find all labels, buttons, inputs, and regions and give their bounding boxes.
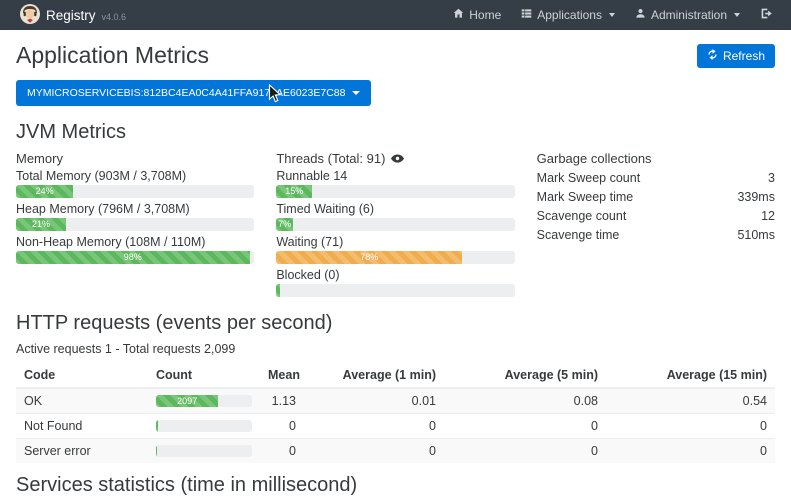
timed-waiting-label: Timed Waiting (6) — [276, 202, 514, 216]
runnable-progress: 15% — [276, 185, 514, 198]
brand[interactable]: Registry v4.0.6 — [20, 4, 126, 27]
nav-applications[interactable]: Applications — [511, 0, 625, 30]
total-memory-progress: 24% — [16, 185, 254, 198]
count-cell — [148, 439, 260, 464]
nav-applications-label: Applications — [537, 8, 602, 22]
heap-memory-label: Heap Memory (796M / 3,708M) — [16, 202, 254, 216]
gc-label: Scavenge count — [537, 209, 627, 223]
gc-row: Mark Sweep count 3 — [537, 168, 775, 187]
instance-dropdown[interactable]: MYMICROSERVICEBIS:812BC4EA0C4A41FFA9179A… — [16, 80, 371, 106]
gc-row: Scavenge time 510ms — [537, 225, 775, 244]
gc-value: 12 — [761, 209, 775, 223]
page-title: Application Metrics — [16, 42, 209, 69]
http-table-header: Code Count Mean Average (1 min) Average … — [16, 363, 775, 388]
http-requests-table: Code Count Mean Average (1 min) Average … — [16, 363, 775, 463]
threads-section: Threads (Total: 91) Runnable 14 15% Time… — [276, 151, 514, 301]
refresh-button[interactable]: Refresh — [697, 44, 775, 68]
waiting-label: Waiting (71) — [276, 235, 514, 249]
chevron-down-icon — [352, 91, 360, 95]
gc-value: 3 — [768, 171, 775, 185]
http-requests-subtitle: Active requests 1 - Total requests 2,099 — [16, 342, 775, 356]
table-row: Not Found 0 0 0 0 — [16, 414, 775, 439]
gc-label: Mark Sweep time — [537, 190, 634, 204]
page-header: Application Metrics Refresh — [16, 42, 775, 69]
col-code: Code — [16, 363, 148, 388]
timed-waiting-progress: 7% — [276, 218, 514, 231]
threads-title: Threads (Total: 91) — [276, 151, 385, 166]
col-avg-1min: Average (1 min) — [304, 363, 444, 388]
table-row: OK 2097 1.13 0.01 0.08 0.54 — [16, 388, 775, 414]
col-avg-15min: Average (15 min) — [606, 363, 775, 388]
memory-section: Memory Total Memory (903M / 3,708M) 24% … — [16, 151, 254, 301]
col-avg-5min: Average (5 min) — [444, 363, 606, 388]
table-row: Server error 0 0 0 0 — [16, 439, 775, 464]
code-cell: Not Found — [16, 414, 148, 439]
col-mean: Mean — [260, 363, 304, 388]
gc-row: Scavenge count 12 — [537, 206, 775, 225]
col-count: Count — [148, 363, 260, 388]
user-icon — [635, 8, 646, 22]
count-cell: 2097 — [148, 388, 260, 414]
gc-label: Mark Sweep count — [537, 171, 641, 185]
applications-icon — [521, 8, 532, 22]
instance-dropdown-label: MYMICROSERVICEBIS:812BC4EA0C4A41FFA9179A… — [27, 87, 345, 99]
nav-administration[interactable]: Administration — [625, 0, 750, 30]
blocked-label: Blocked (0) — [276, 268, 514, 282]
nonheap-memory-progress: 98% — [16, 251, 254, 264]
gc-value: 339ms — [737, 190, 775, 204]
brand-name: Registry — [46, 8, 96, 23]
total-memory-label: Total Memory (903M / 3,708M) — [16, 169, 254, 183]
nav-home-label: Home — [469, 8, 501, 22]
count-cell — [148, 414, 260, 439]
nav-signout[interactable] — [750, 0, 783, 30]
jvm-metrics-section: Memory Total Memory (903M / 3,708M) 24% … — [16, 151, 775, 301]
jhipster-avatar-icon — [20, 4, 40, 27]
jvm-metrics-title: JVM Metrics — [16, 121, 775, 144]
heap-memory-progress: 21% — [16, 218, 254, 231]
gc-section: Garbage collections Mark Sweep count 3 M… — [537, 151, 775, 301]
refresh-label: Refresh — [723, 49, 765, 63]
code-cell: Server error — [16, 439, 148, 464]
gc-title: Garbage collections — [537, 151, 775, 166]
code-cell: OK — [16, 388, 148, 414]
blocked-progress — [276, 284, 514, 297]
services-statistics-title: Services statistics (time in millisecond… — [16, 474, 775, 497]
gc-row: Mark Sweep time 339ms — [537, 187, 775, 206]
gc-value: 510ms — [737, 228, 775, 242]
eye-icon[interactable] — [391, 151, 404, 166]
nonheap-memory-label: Non-Heap Memory (108M / 110M) — [16, 235, 254, 249]
nav-items: Home Applications Administration — [443, 0, 783, 30]
memory-title: Memory — [16, 151, 254, 166]
gc-label: Scavenge time — [537, 228, 620, 242]
home-icon — [453, 8, 464, 22]
http-requests-title: HTTP requests (events per second) — [16, 312, 775, 335]
refresh-icon — [707, 49, 718, 63]
nav-administration-label: Administration — [651, 8, 727, 22]
brand-version: v4.0.6 — [102, 12, 127, 22]
sign-out-icon — [760, 7, 773, 23]
runnable-label: Runnable 14 — [276, 169, 514, 183]
nav-home[interactable]: Home — [443, 0, 511, 30]
app-metrics-page: Registry v4.0.6 Home Applications Admini… — [0, 0, 791, 500]
chevron-down-icon — [609, 13, 615, 17]
waiting-progress: 78% — [276, 251, 514, 264]
navbar: Registry v4.0.6 Home Applications Admini… — [0, 0, 791, 30]
chevron-down-icon — [734, 13, 740, 17]
